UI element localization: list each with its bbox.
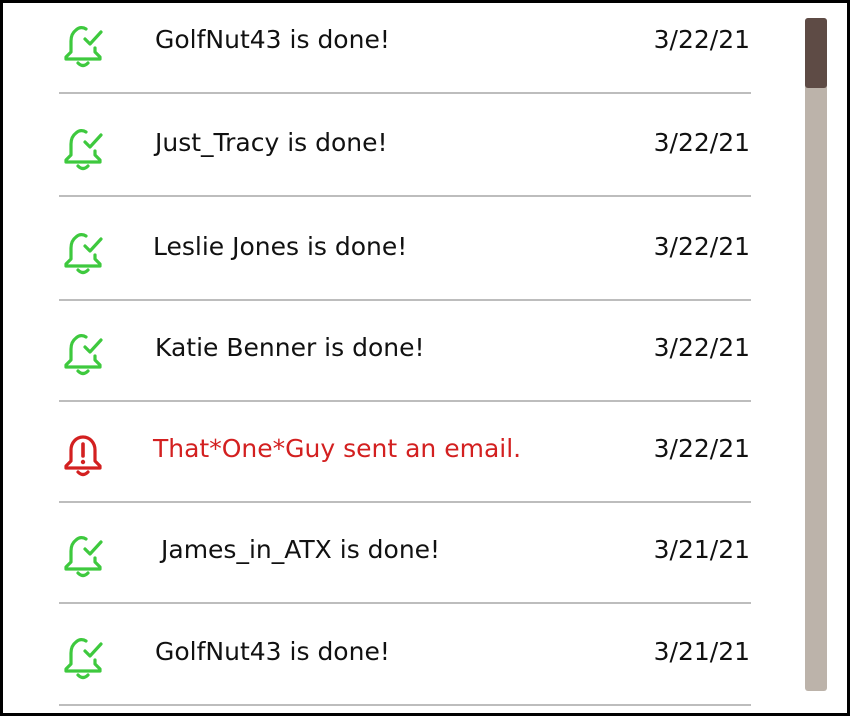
bell-check-icon	[59, 229, 107, 277]
row-divider	[59, 704, 751, 706]
scrollbar[interactable]	[805, 18, 827, 691]
notification-row[interactable]: GolfNut43 is done! 3/22/21	[3, 3, 803, 101]
notification-row[interactable]: That*One*Guy sent an email. 3/22/21	[3, 407, 803, 510]
notification-message: Katie Benner is done!	[155, 333, 425, 362]
notification-row[interactable]: Just_Tracy is done! 3/22/21	[3, 101, 803, 204]
bell-check-icon	[59, 125, 107, 173]
notification-message: Just_Tracy is done!	[155, 128, 388, 157]
notification-message: GolfNut43 is done!	[155, 25, 390, 54]
row-divider	[59, 92, 751, 94]
notification-message: GolfNut43 is done!	[155, 637, 390, 666]
bell-check-icon	[59, 532, 107, 580]
notification-date: 3/22/21	[653, 434, 750, 463]
scrollbar-thumb[interactable]	[805, 18, 827, 88]
notification-date: 3/22/21	[653, 25, 750, 54]
bell-check-icon	[59, 634, 107, 682]
bell-check-icon	[59, 330, 107, 378]
notification-message: Leslie Jones is done!	[153, 232, 408, 261]
notification-row[interactable]: Katie Benner is done! 3/22/21	[3, 306, 803, 409]
notification-date: 3/21/21	[653, 535, 750, 564]
notification-row[interactable]: James_in_ATX is done! 3/21/21	[3, 508, 803, 611]
bell-alert-icon	[59, 431, 107, 479]
row-divider	[59, 501, 751, 503]
notification-message: James_in_ATX is done!	[161, 535, 441, 564]
notification-message: That*One*Guy sent an email.	[153, 434, 522, 463]
notification-row[interactable]: GolfNut43 is done! 3/21/21	[3, 610, 803, 713]
notification-panel: GolfNut43 is done! 3/22/21 Just_Tracy is d…	[0, 0, 850, 716]
row-divider	[59, 299, 751, 301]
notification-date: 3/21/21	[653, 637, 750, 666]
bell-check-icon	[59, 22, 107, 70]
row-divider	[59, 602, 751, 604]
notification-date: 3/22/21	[653, 333, 750, 362]
notification-date: 3/22/21	[653, 128, 750, 157]
row-divider	[59, 195, 751, 197]
notification-row[interactable]: Leslie Jones is done! 3/22/21	[3, 205, 803, 308]
notification-date: 3/22/21	[653, 232, 750, 261]
row-divider	[59, 400, 751, 402]
